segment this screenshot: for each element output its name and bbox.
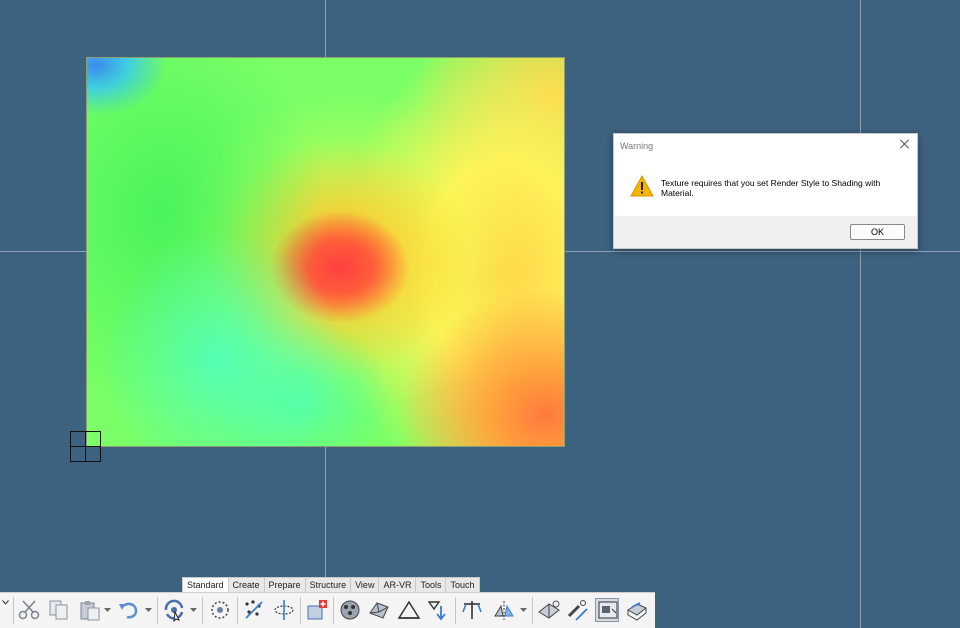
undo-dropdown-icon[interactable] [145, 608, 152, 613]
tab-standard[interactable]: Standard [183, 578, 229, 592]
orbit-dropdown-icon[interactable] [190, 608, 197, 613]
paste-dropdown-icon[interactable] [104, 608, 111, 613]
grid-cell-icon[interactable] [70, 431, 101, 462]
3d-viewport[interactable] [0, 0, 960, 628]
mesh-icon[interactable] [338, 598, 362, 622]
viewport-icon[interactable] [595, 598, 619, 622]
terrain-icon[interactable] [397, 598, 421, 622]
mirror-dropdown-icon[interactable] [520, 608, 527, 613]
add-structure-icon[interactable] [305, 598, 329, 622]
print-icon[interactable] [625, 598, 649, 622]
dialog-title: Warning [620, 141, 654, 151]
shape-icon[interactable] [367, 598, 391, 622]
tab-ar-vr[interactable]: AR-VR [379, 578, 417, 592]
tab-create[interactable]: Create [229, 578, 265, 592]
toolbar-menu-chevron-icon[interactable] [2, 600, 9, 605]
measure-icon[interactable] [566, 598, 590, 622]
warning-icon [630, 174, 654, 197]
ribbon-tabs: Standard Create Prepare Structure View A… [182, 577, 480, 592]
paste-icon[interactable] [78, 598, 102, 622]
scatter-icon[interactable] [242, 598, 266, 622]
copy-icon[interactable] [47, 598, 71, 622]
dialog-message: Texture requires that you set Render Sty… [661, 178, 881, 198]
snap-icon[interactable] [208, 598, 232, 622]
tab-structure[interactable]: Structure [306, 578, 352, 592]
dialog-footer: OK [614, 216, 917, 248]
texture-heatmap[interactable] [86, 57, 565, 447]
filter-icon[interactable] [426, 598, 450, 622]
ok-button[interactable]: OK [850, 224, 905, 240]
undo-icon[interactable] [117, 598, 141, 622]
render-icon[interactable] [537, 598, 561, 622]
warning-dialog: Warning Texture requires that you set Re… [613, 133, 918, 249]
cut-icon[interactable] [17, 598, 41, 622]
standard-toolbar [0, 592, 655, 628]
orbit-icon[interactable] [162, 598, 186, 622]
section-icon[interactable] [272, 598, 296, 622]
tab-touch[interactable]: Touch [446, 578, 478, 592]
tab-prepare[interactable]: Prepare [265, 578, 306, 592]
transform-icon[interactable] [460, 598, 484, 622]
tab-view[interactable]: View [351, 578, 380, 592]
mirror-icon[interactable] [492, 598, 516, 622]
guide-line-vertical [860, 0, 861, 628]
tab-tools[interactable]: Tools [416, 578, 447, 592]
close-icon[interactable] [899, 138, 911, 150]
